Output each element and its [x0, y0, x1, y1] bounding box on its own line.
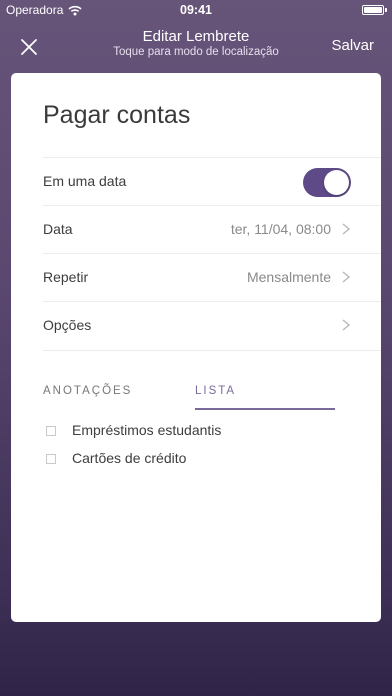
clock: 09:41: [180, 3, 212, 17]
row-on-date: Em uma data: [43, 157, 381, 206]
row-options-label: Opções: [43, 317, 92, 333]
reminder-card: Pagar contas Em uma data Data ter, 11/04…: [11, 73, 381, 622]
tab-list[interactable]: LISTA: [195, 385, 236, 397]
battery-icon: [362, 5, 387, 15]
toggle-knob: [324, 170, 349, 195]
checkbox[interactable]: [46, 426, 56, 436]
row-repeat[interactable]: Repetir Mensalmente: [43, 253, 381, 302]
row-options[interactable]: Opções: [43, 301, 381, 351]
row-date-label: Data: [43, 221, 73, 237]
chevron-right-icon: [342, 271, 351, 283]
chevron-right-icon: [342, 223, 351, 235]
row-on-date-label: Em uma data: [43, 173, 127, 189]
checkbox[interactable]: [46, 454, 56, 464]
row-date-value: ter, 11/04, 08:00: [230, 221, 331, 237]
save-button[interactable]: Salvar: [331, 37, 374, 54]
navigation-bar: Editar Lembrete Toque para modo de local…: [0, 20, 392, 70]
row-repeat-label: Repetir: [43, 269, 89, 285]
list-item-text: Empréstimos estudantis: [72, 422, 222, 438]
reminder-title[interactable]: Pagar contas: [43, 101, 190, 130]
status-bar: Operadora 09:41: [0, 0, 392, 20]
list-item-text: Cartões de crédito: [72, 450, 187, 466]
on-date-toggle[interactable]: [303, 168, 351, 197]
notes-list-tabs: ANOTAÇÕES LISTA: [43, 378, 343, 410]
selected-tab-indicator: [195, 408, 335, 410]
chevron-right-icon: [342, 319, 351, 331]
tab-notes[interactable]: ANOTAÇÕES: [43, 385, 132, 397]
row-date[interactable]: Data ter, 11/04, 08:00: [43, 205, 381, 254]
row-repeat-value: Mensalmente: [246, 269, 331, 285]
